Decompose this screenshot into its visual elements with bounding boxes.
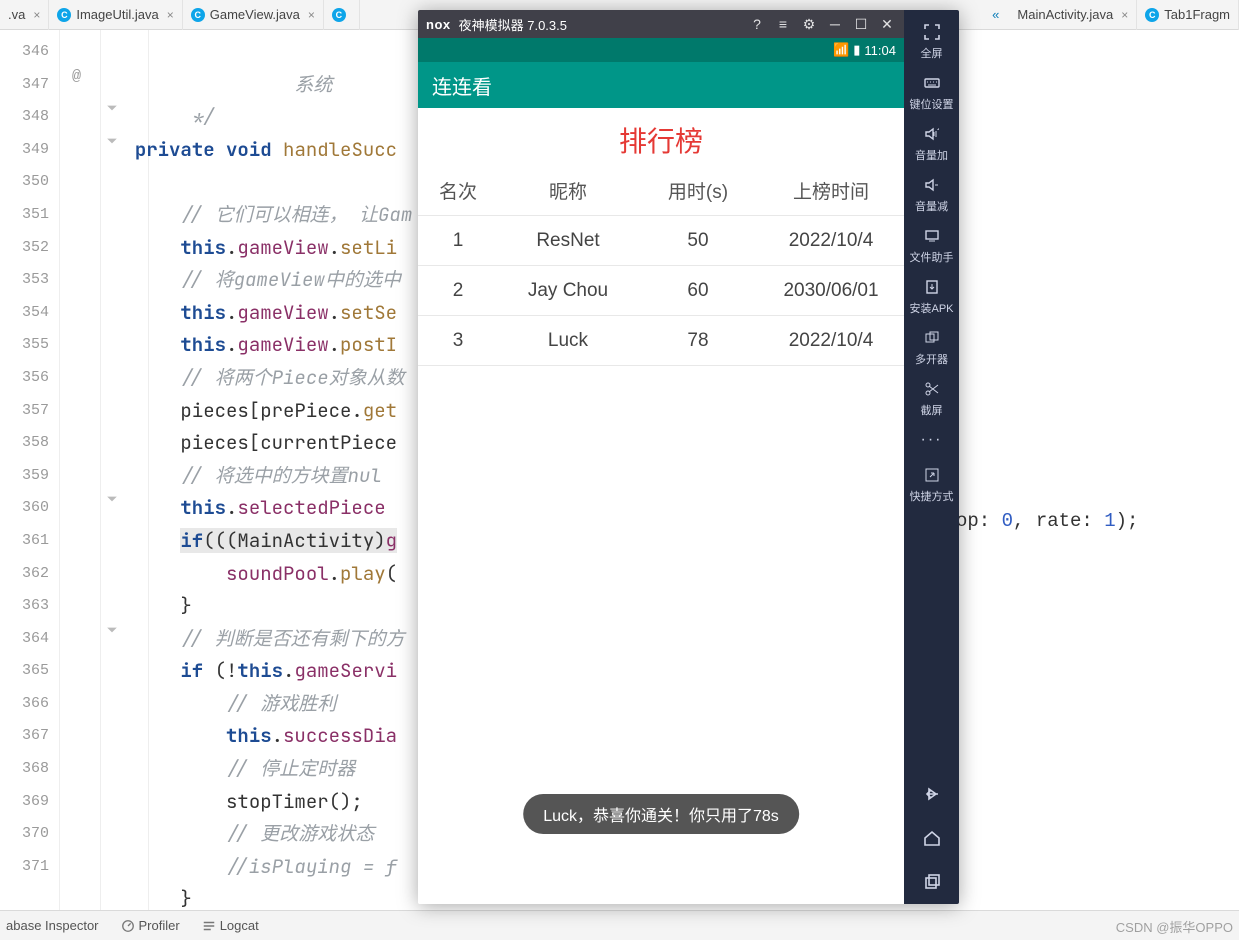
- settings-gear-icon[interactable]: ⚙: [800, 16, 818, 33]
- volume-down-icon: [904, 175, 959, 195]
- ide-tab-label: MainActivity.java: [1017, 7, 1113, 22]
- ide-tab[interactable]: C: [324, 0, 360, 30]
- ide-tab-label: GameView.java: [210, 7, 300, 22]
- ide-tab[interactable]: C GameView.java ×: [183, 0, 324, 30]
- nav-home-button[interactable]: [904, 816, 959, 860]
- close-icon[interactable]: ✕: [878, 16, 896, 33]
- app-title: 连连看: [432, 71, 492, 100]
- keymap-button[interactable]: 键位设置: [904, 73, 959, 112]
- database-inspector-tab[interactable]: abase Inspector: [6, 918, 99, 933]
- logcat-icon: [202, 919, 216, 933]
- table-row: 2Jay Chou 602030/06/01: [418, 266, 904, 316]
- multi-icon: [904, 328, 959, 348]
- screenshot-button[interactable]: 截屏: [904, 379, 959, 418]
- ide-tab[interactable]: C Tab1Fragm: [1137, 0, 1239, 30]
- fullscreen-icon: [904, 22, 959, 42]
- rank-title: 排行榜: [418, 108, 904, 166]
- monitor-icon: [904, 226, 959, 246]
- volume-up-button[interactable]: 音量加: [904, 124, 959, 163]
- multi-instance-button[interactable]: 多开器: [904, 328, 959, 367]
- status-time: 11:04: [864, 43, 896, 58]
- android-statusbar: 📶 ▮ 11:04: [418, 38, 904, 62]
- emulator-titlebar[interactable]: nox 夜神模拟器 7.0.3.5 ? ≡ ⚙ ─ ☐ ✕: [418, 10, 904, 38]
- shortcut-icon: [904, 465, 959, 485]
- watermark: CSDN @振华OPPO: [1116, 917, 1233, 936]
- app-bar: 连连看: [418, 62, 904, 108]
- logcat-tab[interactable]: Logcat: [202, 918, 259, 933]
- java-icon: C: [332, 8, 346, 22]
- emulator-sidebar: 全屏 键位设置 音量加 音量减 文件助手 安装APK 多开器 截屏: [904, 10, 959, 904]
- close-icon[interactable]: ×: [33, 8, 40, 22]
- ide-tab-label: .va: [8, 7, 25, 22]
- table-row: 3Luck 782022/10/4: [418, 316, 904, 366]
- emulator-title: 夜神模拟器 7.0.3.5: [459, 15, 567, 34]
- table-header: 名次 昵称 用时(s) 上榜时间: [418, 166, 904, 216]
- help-icon[interactable]: ?: [748, 16, 766, 32]
- ide-tab[interactable]: MainActivity.java ×: [1009, 0, 1137, 30]
- fullscreen-button[interactable]: 全屏: [904, 22, 959, 61]
- volume-down-button[interactable]: 音量减: [904, 175, 959, 214]
- code-fragment: op: 0, rate: 1);: [956, 510, 1138, 532]
- nox-logo: nox: [426, 17, 451, 32]
- close-icon[interactable]: ×: [167, 8, 174, 22]
- java-icon: C: [1145, 8, 1159, 22]
- java-icon: C: [57, 8, 71, 22]
- ide-tab-label: Tab1Fragm: [1164, 7, 1230, 22]
- file-helper-button[interactable]: 文件助手: [904, 226, 959, 265]
- emulator-window: nox 夜神模拟器 7.0.3.5 ? ≡ ⚙ ─ ☐ ✕ 📶 ▮ 11:04 …: [418, 10, 959, 904]
- line-number-gutter: 346 347348 349350 351352 353354 355356 3…: [0, 30, 60, 910]
- shortcut-button[interactable]: 快捷方式: [904, 465, 959, 504]
- rank-table: 名次 昵称 用时(s) 上榜时间 1ResNet 502022/10/4 2Ja…: [418, 166, 904, 366]
- more-button[interactable]: ···: [904, 430, 959, 453]
- ide-tab[interactable]: C ImageUtil.java ×: [49, 0, 182, 30]
- java-icon: C: [191, 8, 205, 22]
- more-icon: ···: [904, 430, 959, 450]
- collapse-icon[interactable]: «: [982, 7, 1009, 22]
- menu-icon[interactable]: ≡: [774, 16, 792, 32]
- maximize-icon[interactable]: ☐: [852, 16, 870, 33]
- profiler-tab[interactable]: Profiler: [121, 918, 180, 933]
- nav-recent-button[interactable]: [904, 860, 959, 904]
- table-row: 1ResNet 502022/10/4: [418, 216, 904, 266]
- bottom-toolbar: abase Inspector Profiler Logcat: [0, 910, 1239, 940]
- install-apk-button[interactable]: 安装APK: [904, 277, 959, 316]
- annotation-icon: @: [72, 68, 81, 85]
- close-icon[interactable]: ×: [308, 8, 315, 22]
- profiler-icon: [121, 919, 135, 933]
- wifi-icon: 📶: [833, 42, 849, 58]
- toast-message: Luck，恭喜你通关！你只用了78s: [523, 794, 799, 834]
- scissors-icon: [904, 379, 959, 399]
- minimize-icon[interactable]: ─: [826, 16, 844, 32]
- ide-tab-label: ImageUtil.java: [76, 7, 158, 22]
- close-icon[interactable]: ×: [1121, 8, 1128, 22]
- battery-icon: ▮: [853, 42, 860, 58]
- nav-back-button[interactable]: [904, 772, 959, 816]
- apk-icon: [904, 277, 959, 297]
- volume-up-icon: [904, 124, 959, 144]
- keyboard-icon: [904, 73, 959, 93]
- ide-tab[interactable]: .va ×: [0, 0, 49, 30]
